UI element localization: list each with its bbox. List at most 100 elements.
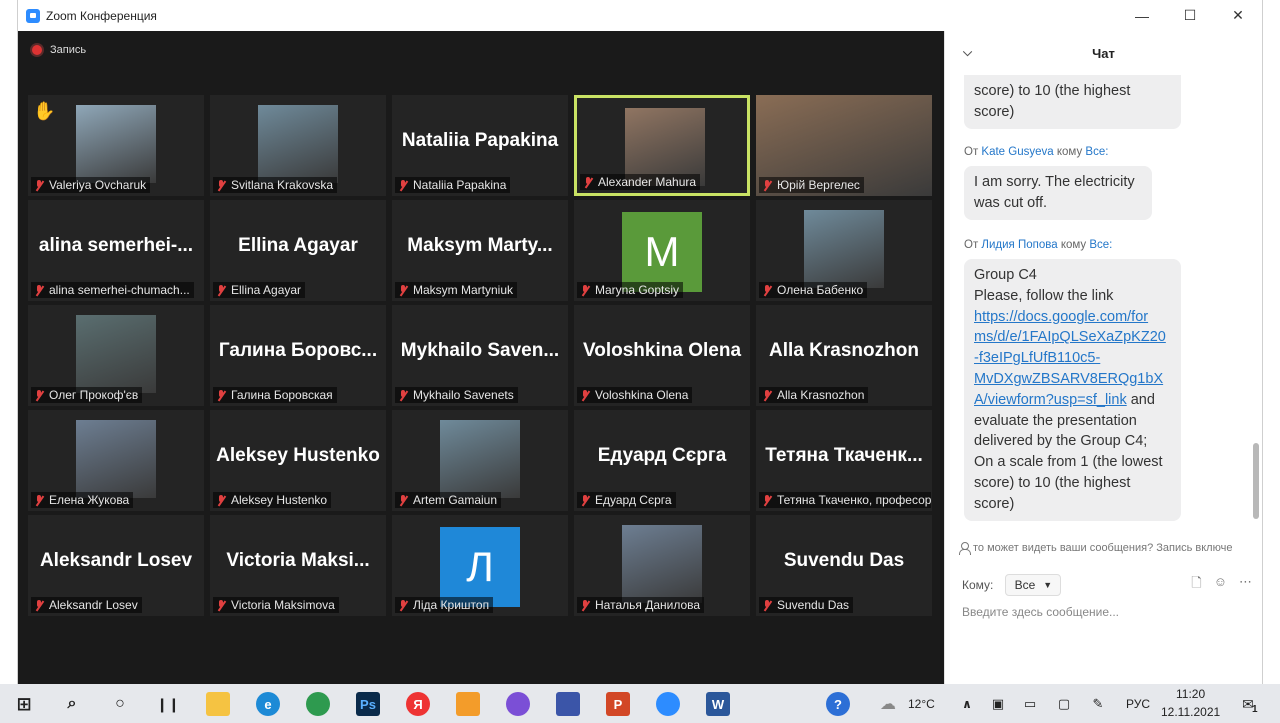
participant-tile[interactable]: Victoria Maksi... Victoria Maksimova — [210, 515, 386, 616]
message-line: score) — [974, 495, 1015, 512]
search-icon[interactable]: ⌕ — [60, 692, 84, 716]
chat-privacy-notice[interactable]: то может видеть ваши сообщения? Запись в… — [958, 542, 1232, 555]
participant-tile[interactable]: M Maryna Goptsiy — [574, 200, 750, 301]
edge-browser-icon[interactable]: e — [256, 692, 280, 716]
save-icon[interactable] — [556, 692, 580, 716]
clock-date[interactable]: 12.11.2021 — [1161, 705, 1220, 719]
recipient-select[interactable]: Все ▼ — [1005, 574, 1062, 596]
participant-name: Едуард Сєрга — [595, 493, 672, 507]
zoom-icon[interactable] — [656, 692, 680, 716]
yandex-music-icon[interactable] — [456, 692, 480, 716]
participant-tile[interactable]: Svitlana Krakovska — [210, 95, 386, 196]
message-line: was cut off. — [974, 194, 1048, 211]
clock-time[interactable]: 11:20 — [1176, 687, 1205, 701]
participant-tile[interactable]: ✋ Valeriya Ovcharuk — [28, 95, 204, 196]
to-word: кому — [1060, 239, 1087, 251]
message-link[interactable]: https://docs.google.com/for — [974, 309, 1148, 325]
photoshop-icon[interactable]: Ps — [356, 692, 380, 716]
muted-mic-icon — [216, 284, 226, 296]
participant-tile[interactable]: Ellina Agayar Ellina Agayar — [210, 200, 386, 301]
participant-tile[interactable]: Aleksey Hustenko Aleksey Hustenko — [210, 410, 386, 511]
viber-icon[interactable] — [506, 692, 530, 716]
message-link[interactable]: A/viewform?usp=sf_link — [974, 392, 1127, 408]
cortana-icon[interactable]: ○ — [108, 692, 132, 716]
message-text: and — [1126, 391, 1155, 408]
message-input[interactable]: Введите здесь сообщение... — [962, 605, 1119, 619]
participant-tile[interactable]: Юрій Вергелес — [756, 95, 932, 196]
task-view-icon[interactable]: ❙❙ — [156, 692, 180, 716]
powerpoint-icon[interactable]: P — [606, 692, 630, 716]
participant-tile[interactable]: Едуард Сєрга Едуард Сєрга — [574, 410, 750, 511]
participant-tile[interactable]: Nataliia Papakina Nataliia Papakina — [392, 95, 568, 196]
raised-hand-icon: ✋ — [33, 101, 56, 121]
help-icon[interactable]: ? — [826, 692, 850, 716]
yandex-browser-icon[interactable]: Я — [406, 692, 430, 716]
participant-tile[interactable]: Alexander Mahura — [574, 95, 750, 196]
participant-tile[interactable]: Maksym Marty... Maksym Martyniuk — [392, 200, 568, 301]
temperature[interactable]: 12°C — [908, 697, 935, 711]
chat-message-bubble: I am sorry. The electricity was cut off. — [964, 166, 1152, 220]
participant-tile[interactable]: Галина Боровс... Галина Боровская — [210, 305, 386, 406]
participant-name-label: Alla Krasnozhon — [759, 387, 869, 403]
emoji-icon[interactable]: ☺ — [1214, 574, 1227, 596]
participant-name-label: alina semerhei-chumach... — [31, 282, 194, 298]
participant-tile[interactable]: Aleksandr Losev Aleksandr Losev — [28, 515, 204, 616]
participant-tile[interactable]: Олена Бабенко — [756, 200, 932, 301]
chrome-browser-icon[interactable] — [306, 692, 330, 716]
message-link[interactable]: MvDXgwZBSARV8ERQg1bX — [974, 371, 1163, 387]
participant-name-label: Alexander Mahura — [580, 174, 701, 190]
participant-name-label: Тетяна Ткаченко, професор — [759, 492, 931, 508]
participant-tile[interactable]: Л Ліда Криштоп — [392, 515, 568, 616]
participant-name-label: Ellina Agayar — [213, 282, 306, 298]
person-icon — [958, 542, 971, 555]
word-icon[interactable]: W — [706, 692, 730, 716]
recipient-name[interactable]: Все: — [1089, 239, 1112, 251]
participant-name: Mykhailo Savenets — [413, 388, 514, 402]
network-icon[interactable]: ▢ — [1052, 692, 1076, 716]
participant-tile[interactable]: Mykhailo Saven... Mykhailo Savenets — [392, 305, 568, 406]
chat-messages[interactable]: score) to 10 (the highest score) От Kate… — [945, 75, 1263, 541]
participant-name-label: Mykhailo Savenets — [395, 387, 518, 403]
recipient-name[interactable]: Все: — [1085, 146, 1108, 158]
message-line: evaluate the presentation — [974, 412, 1137, 429]
chat-title: Чат — [1092, 45, 1115, 61]
chevron-up-icon[interactable]: ∧ — [955, 692, 979, 716]
message-sender: От Лидия Попова кому Все: — [964, 239, 1112, 251]
minimize-button[interactable]: — — [1118, 0, 1166, 31]
message-link[interactable]: -f3eIPgLfUfB110c5- — [974, 350, 1100, 366]
participant-name-label: Valeriya Ovcharuk — [31, 177, 151, 193]
participant-tile[interactable]: Наталья Данилова — [574, 515, 750, 616]
participant-tile[interactable]: Suvendu Das Suvendu Das — [756, 515, 932, 616]
file-explorer-icon[interactable] — [206, 692, 230, 716]
message-line: I am sorry. The electricity — [974, 174, 1135, 190]
windows-start-icon[interactable]: ⊞ — [12, 692, 36, 716]
muted-mic-icon — [398, 284, 408, 296]
file-icon[interactable]: 🗋 — [1191, 574, 1201, 596]
recording-indicator[interactable]: Запись — [32, 44, 86, 56]
participant-tile[interactable]: Alla Krasnozhon Alla Krasnozhon — [756, 305, 932, 406]
pen-icon[interactable]: ✎ — [1086, 692, 1110, 716]
tray-app-icon[interactable]: ▣ — [986, 692, 1010, 716]
participant-name-label: Aleksey Hustenko — [213, 492, 332, 508]
input-language[interactable]: РУС — [1126, 697, 1150, 711]
chat-scrollbar[interactable] — [1253, 443, 1259, 519]
chevron-down-icon[interactable]: ⌵ — [963, 45, 972, 60]
sender-name[interactable]: Kate Gusyeva — [981, 146, 1053, 158]
participant-video — [440, 420, 520, 498]
battery-icon[interactable]: ▭ — [1018, 692, 1042, 716]
recipient-row: Кому: Все ▼ 🗋 ☺ ⋯ — [962, 573, 1252, 597]
participant-tile[interactable]: Voloshkina Olena Voloshkina Olena — [574, 305, 750, 406]
more-icon[interactable]: ⋯ — [1239, 574, 1252, 596]
maximize-button[interactable]: ☐ — [1166, 0, 1214, 31]
participant-tile[interactable]: alina semerhei-... alina semerhei-chumach… — [28, 200, 204, 301]
muted-mic-icon — [34, 389, 44, 401]
participant-tile[interactable]: Елена Жукова — [28, 410, 204, 511]
participant-tile[interactable]: Artem Gamaiun — [392, 410, 568, 511]
message-link[interactable]: ms/d/e/1FAIpQLSeXaZpKZ20 — [974, 329, 1166, 345]
participant-display-name: Тетяна Ткаченк... — [765, 445, 923, 466]
participant-tile[interactable]: Тетяна Ткаченк... Тетяна Ткаченко, профес… — [756, 410, 932, 511]
participant-name-label: Voloshkina Olena — [577, 387, 693, 403]
close-button[interactable]: ✕ — [1214, 0, 1262, 31]
sender-name[interactable]: Лидия Попова — [981, 239, 1057, 251]
participant-tile[interactable]: Олег Прокоф'єв — [28, 305, 204, 406]
